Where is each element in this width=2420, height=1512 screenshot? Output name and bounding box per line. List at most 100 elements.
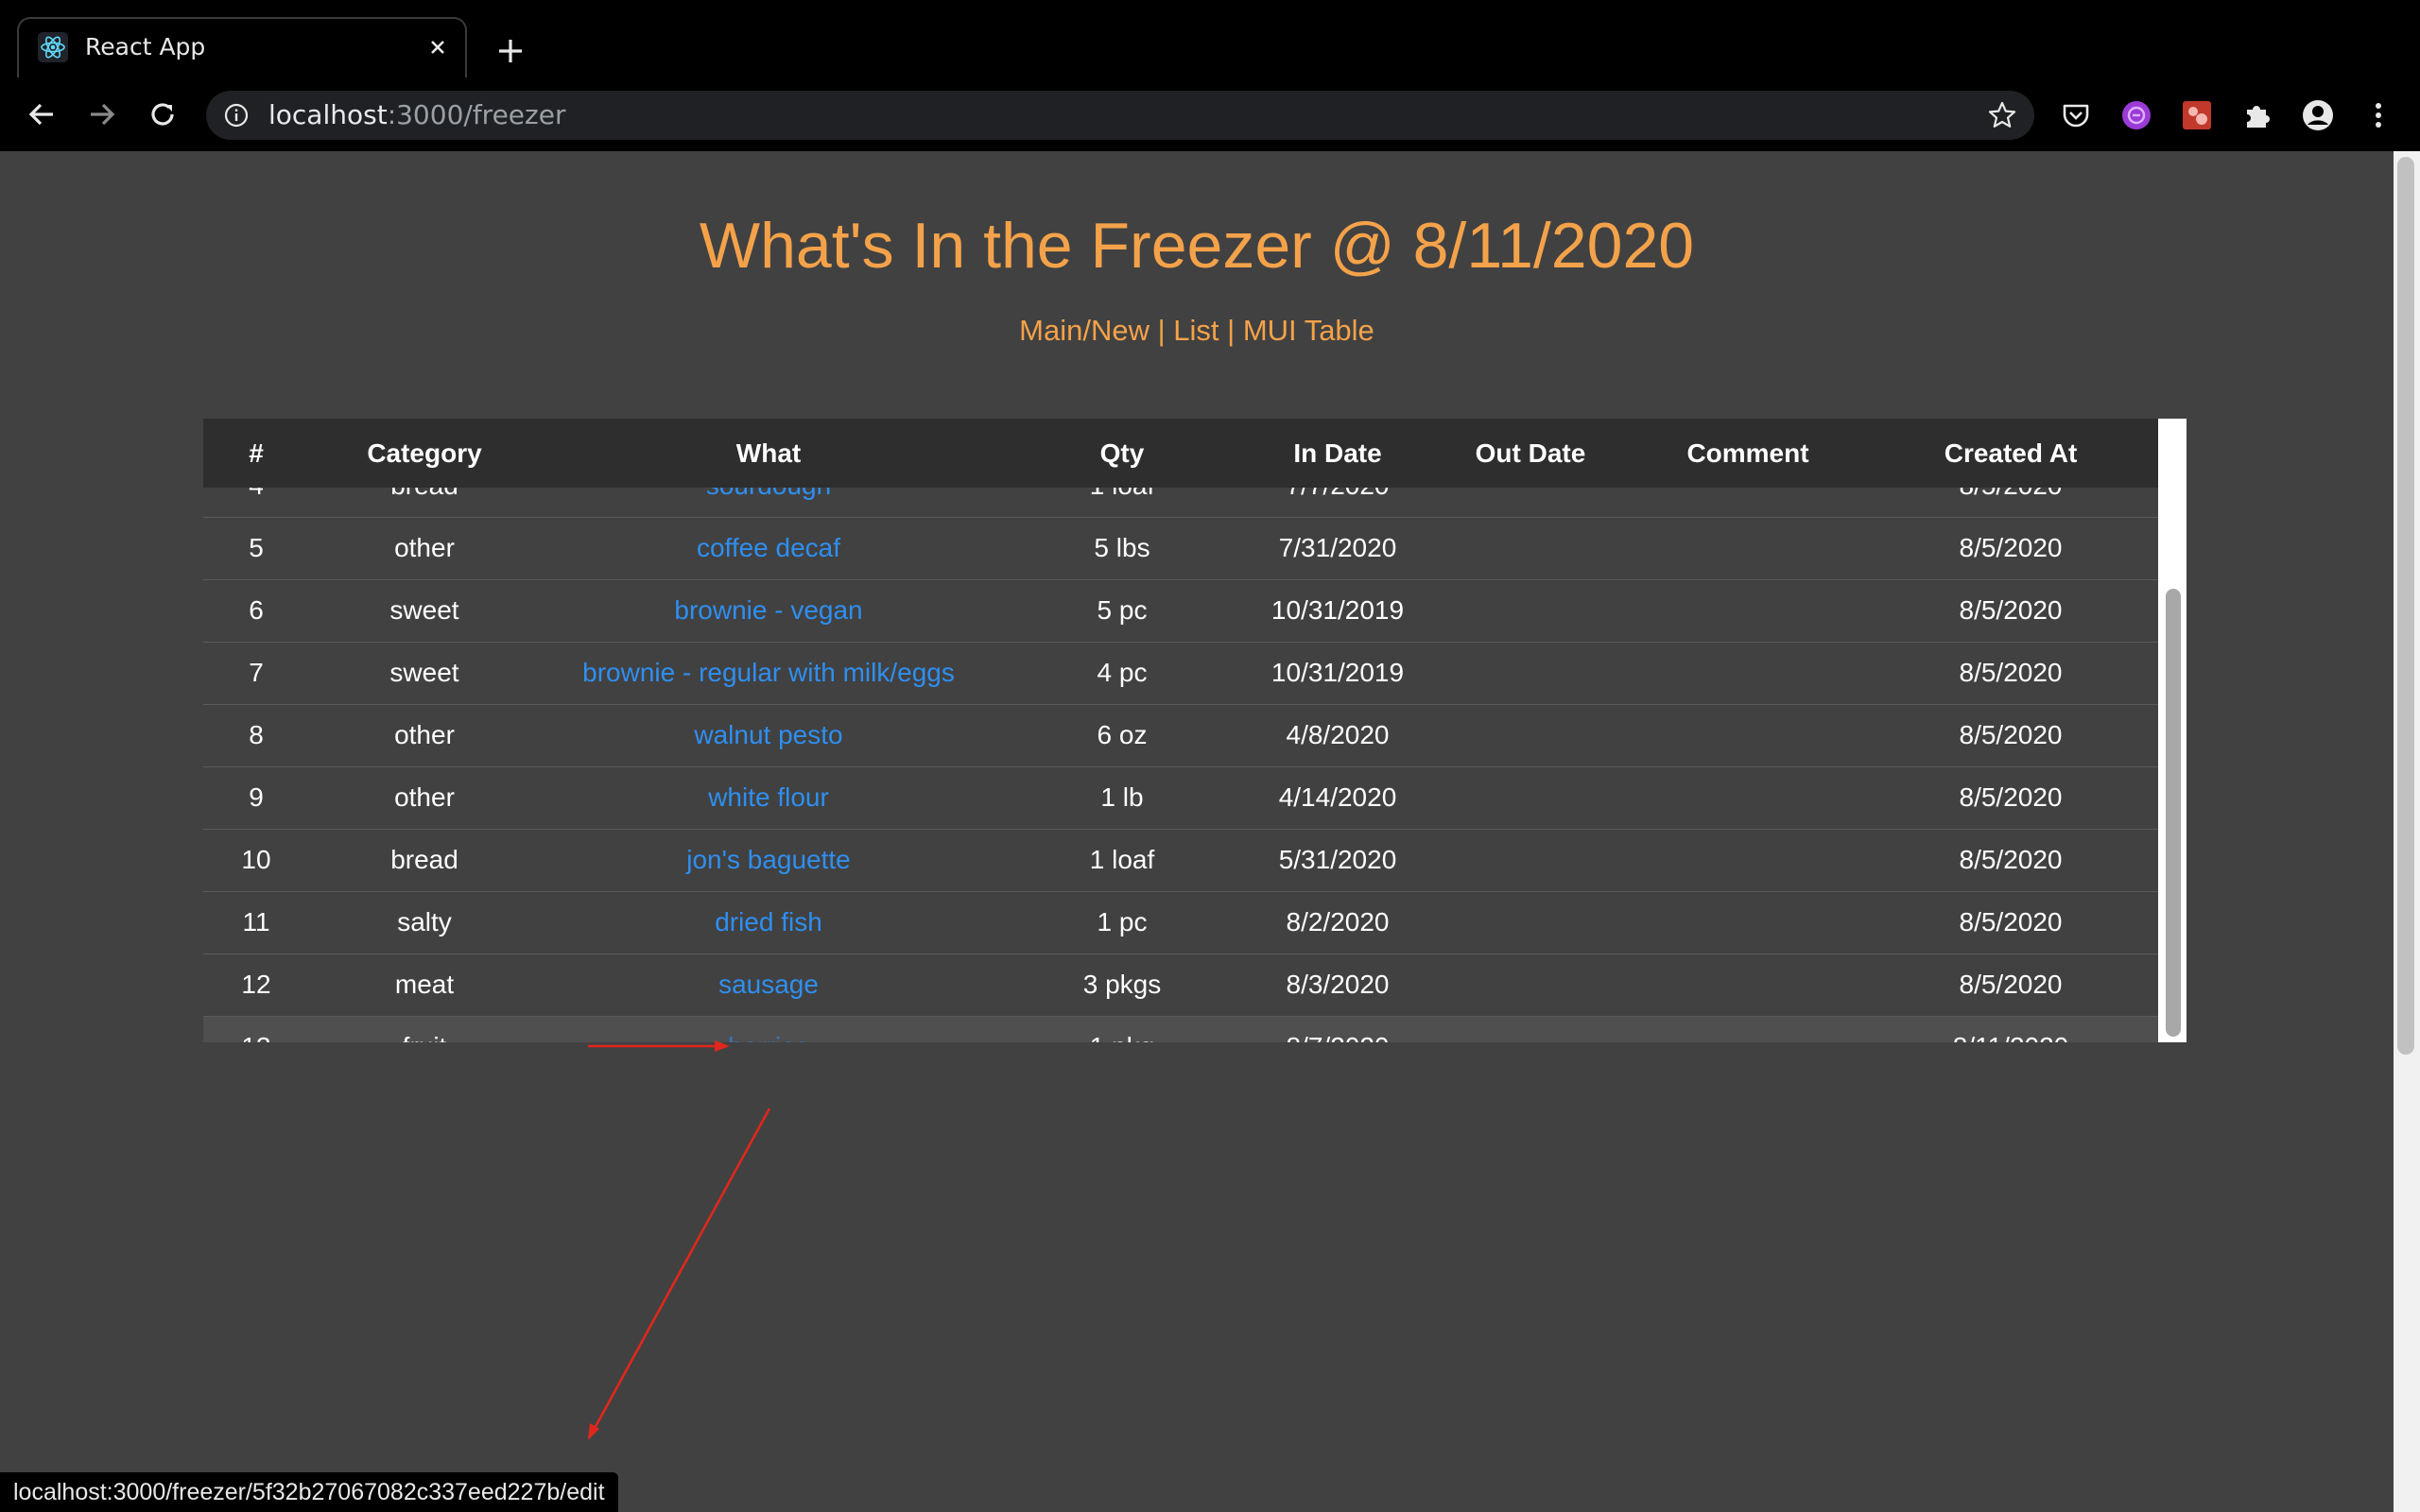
close-icon[interactable] xyxy=(424,33,452,61)
cell-created-at: 8/5/2020 xyxy=(1959,845,2063,874)
item-edit-link[interactable]: walnut pesto xyxy=(694,720,842,749)
column-header-category[interactable]: Category xyxy=(309,419,540,488)
cell-qty: 3 pkgs xyxy=(1082,970,1162,999)
back-arrow-icon[interactable] xyxy=(23,95,60,133)
cell-qty: 1 loaf xyxy=(1089,845,1155,874)
react-logo-icon xyxy=(38,32,68,62)
cell-in-date: 5/31/2020 xyxy=(1278,845,1397,874)
cell-created-at: 8/5/2020 xyxy=(1959,970,2063,999)
cell-category: sweet xyxy=(389,658,459,687)
cell-qty: 4 pc xyxy=(1097,658,1148,687)
table-body-viewport[interactable]: 4breadsourdough1 loaf7/7/20208/5/20205ot… xyxy=(203,488,2158,1042)
address-bar[interactable]: localhost:3000/freezer xyxy=(206,91,2034,140)
pocket-icon[interactable] xyxy=(2059,98,2093,132)
reload-icon[interactable] xyxy=(144,95,182,133)
table-header-row: # Category What Qty In Date Out Date Com… xyxy=(203,419,2158,488)
table-row[interactable]: 11 salty dried fish 1 pc 8/2/2020 8/5/2020 xyxy=(203,891,2158,954)
cell-out-date xyxy=(1428,1016,1633,1042)
cell-category: meat xyxy=(394,970,455,999)
cell-what: sausage xyxy=(540,954,997,1016)
cell-qty: 6 oz xyxy=(1097,720,1148,749)
browser-tab[interactable]: React App xyxy=(17,17,467,77)
red-extension-icon[interactable] xyxy=(2180,98,2214,132)
column-header-created-at[interactable]: Created At xyxy=(1863,419,2158,488)
cell-qty: 5 pc xyxy=(1097,595,1148,625)
column-header-qty[interactable]: Qty xyxy=(997,419,1247,488)
cell-created-at: 8/5/2020 xyxy=(1959,595,2063,625)
cell-number: 8 xyxy=(249,720,264,749)
cell-in-date: 10/31/2019 xyxy=(1270,658,1405,687)
column-header-out-date[interactable]: Out Date xyxy=(1428,419,1633,488)
page-content: What's In the Freezer @ 8/11/2020 Main/N… xyxy=(0,151,2394,1512)
cell-out-date xyxy=(1428,829,1633,891)
table-row[interactable]: 8 other walnut pesto 6 oz 4/8/2020 8/5/2020 xyxy=(203,704,2158,766)
item-edit-link[interactable]: sausage xyxy=(718,970,819,999)
page-scrollbar-thumb[interactable] xyxy=(2397,157,2414,1055)
cell-created-at: 8/5/2020 xyxy=(1959,658,2063,687)
forward-arrow-icon[interactable] xyxy=(83,95,121,133)
annotation-arrow-to-status-url xyxy=(588,1108,771,1440)
item-edit-link[interactable]: white flour xyxy=(708,782,829,812)
cell-what: brownie - regular with milk/eggs xyxy=(540,642,997,704)
column-header-what[interactable]: What xyxy=(540,419,997,488)
cell-category: other xyxy=(394,533,455,562)
nav-link-list[interactable]: List xyxy=(1173,314,1219,347)
cell-in-date: 4/14/2020 xyxy=(1278,782,1397,812)
cell-in-date: 7/31/2020 xyxy=(1278,533,1397,562)
cell-what: jon's baguette xyxy=(540,829,997,891)
cell-number: 5 xyxy=(249,533,264,562)
info-icon[interactable] xyxy=(223,102,250,129)
tab-title: React App xyxy=(85,33,206,60)
cell-qty: 1 pkg xyxy=(997,1016,1247,1042)
cell-category: other xyxy=(394,782,455,812)
browser-menu-kebab-icon[interactable] xyxy=(2361,98,2395,132)
url-host: localhost xyxy=(268,99,388,130)
cell-category: bread xyxy=(309,488,540,517)
nav-link-mui-table[interactable]: MUI Table xyxy=(1243,314,1374,347)
browser-toolbar: localhost:3000/freezer xyxy=(0,77,2420,151)
column-header-comment[interactable]: Comment xyxy=(1633,419,1863,488)
cell-created-at: 8/5/2020 xyxy=(1959,907,2063,936)
cell-number: 4 xyxy=(203,488,309,517)
item-edit-link[interactable]: jon's baguette xyxy=(686,845,850,874)
table-row[interactable]: 6 sweet brownie - vegan 5 pc 10/31/2019 8/5/2… xyxy=(203,579,2158,642)
table-row[interactable]: 13fruit berries 1 pkg8/7/2020 8/11/2020 xyxy=(203,1016,2158,1042)
table-row[interactable]: 5 other coffee decaf 5 lbs 7/31/2020 8/5/2020 xyxy=(203,517,2158,579)
table-row[interactable]: 12 meat sausage 3 pkgs 8/3/2020 8/5/2020 xyxy=(203,954,2158,1016)
bookmark-star-icon[interactable] xyxy=(1987,100,2017,130)
freezer-table-container: # Category What Qty In Date Out Date Com… xyxy=(203,419,2187,1042)
cell-out-date xyxy=(1428,488,1633,517)
cell-in-date: 4/8/2020 xyxy=(1286,720,1390,749)
table-row[interactable]: 7 sweet brownie - regular with milk/eggs 4 … xyxy=(203,642,2158,704)
cell-comment xyxy=(1633,642,1863,704)
cell-comment xyxy=(1633,829,1863,891)
cell-comment xyxy=(1633,517,1863,579)
cell-what: walnut pesto xyxy=(540,704,997,766)
cell-number: 10 xyxy=(241,845,271,874)
item-edit-link[interactable]: dried fish xyxy=(715,907,822,936)
table-row[interactable]: 9 other white flour 1 lb 4/14/2020 8/5/2020 xyxy=(203,766,2158,829)
table-row[interactable]: 4bread sourdough 1 loaf7/7/2020 8/5/2020 xyxy=(203,488,2158,517)
profile-avatar-icon[interactable] xyxy=(2301,98,2335,132)
cell-number: 7 xyxy=(249,658,264,687)
extensions-puzzle-icon[interactable] xyxy=(2240,98,2274,132)
item-edit-link[interactable]: sourdough xyxy=(706,488,831,500)
cell-number: 6 xyxy=(249,595,264,625)
new-tab-plus-icon[interactable] xyxy=(492,32,529,70)
nav-link-main-new[interactable]: Main/New xyxy=(1019,314,1150,347)
cell-category: salty xyxy=(397,907,452,936)
cell-qty: 1 loaf xyxy=(997,488,1247,517)
item-edit-link[interactable]: brownie - vegan xyxy=(674,595,862,625)
column-header-in-date[interactable]: In Date xyxy=(1247,419,1428,488)
cell-qty: 1 lb xyxy=(1100,782,1144,812)
table-scrollbar-thumb[interactable] xyxy=(2166,589,2181,1037)
cell-out-date xyxy=(1428,766,1633,829)
item-edit-link[interactable]: brownie - regular with milk/eggs xyxy=(582,658,955,687)
column-header-number[interactable]: # xyxy=(203,419,309,488)
table-row[interactable]: 10 bread jon's baguette 1 loaf 5/31/2020 8/5/… xyxy=(203,829,2158,891)
item-edit-link[interactable]: berries xyxy=(728,1032,809,1042)
item-edit-link[interactable]: coffee decaf xyxy=(697,533,840,562)
cell-what: dried fish xyxy=(540,891,997,954)
purple-extension-icon[interactable] xyxy=(2119,98,2153,132)
cell-what: brownie - vegan xyxy=(540,579,997,642)
